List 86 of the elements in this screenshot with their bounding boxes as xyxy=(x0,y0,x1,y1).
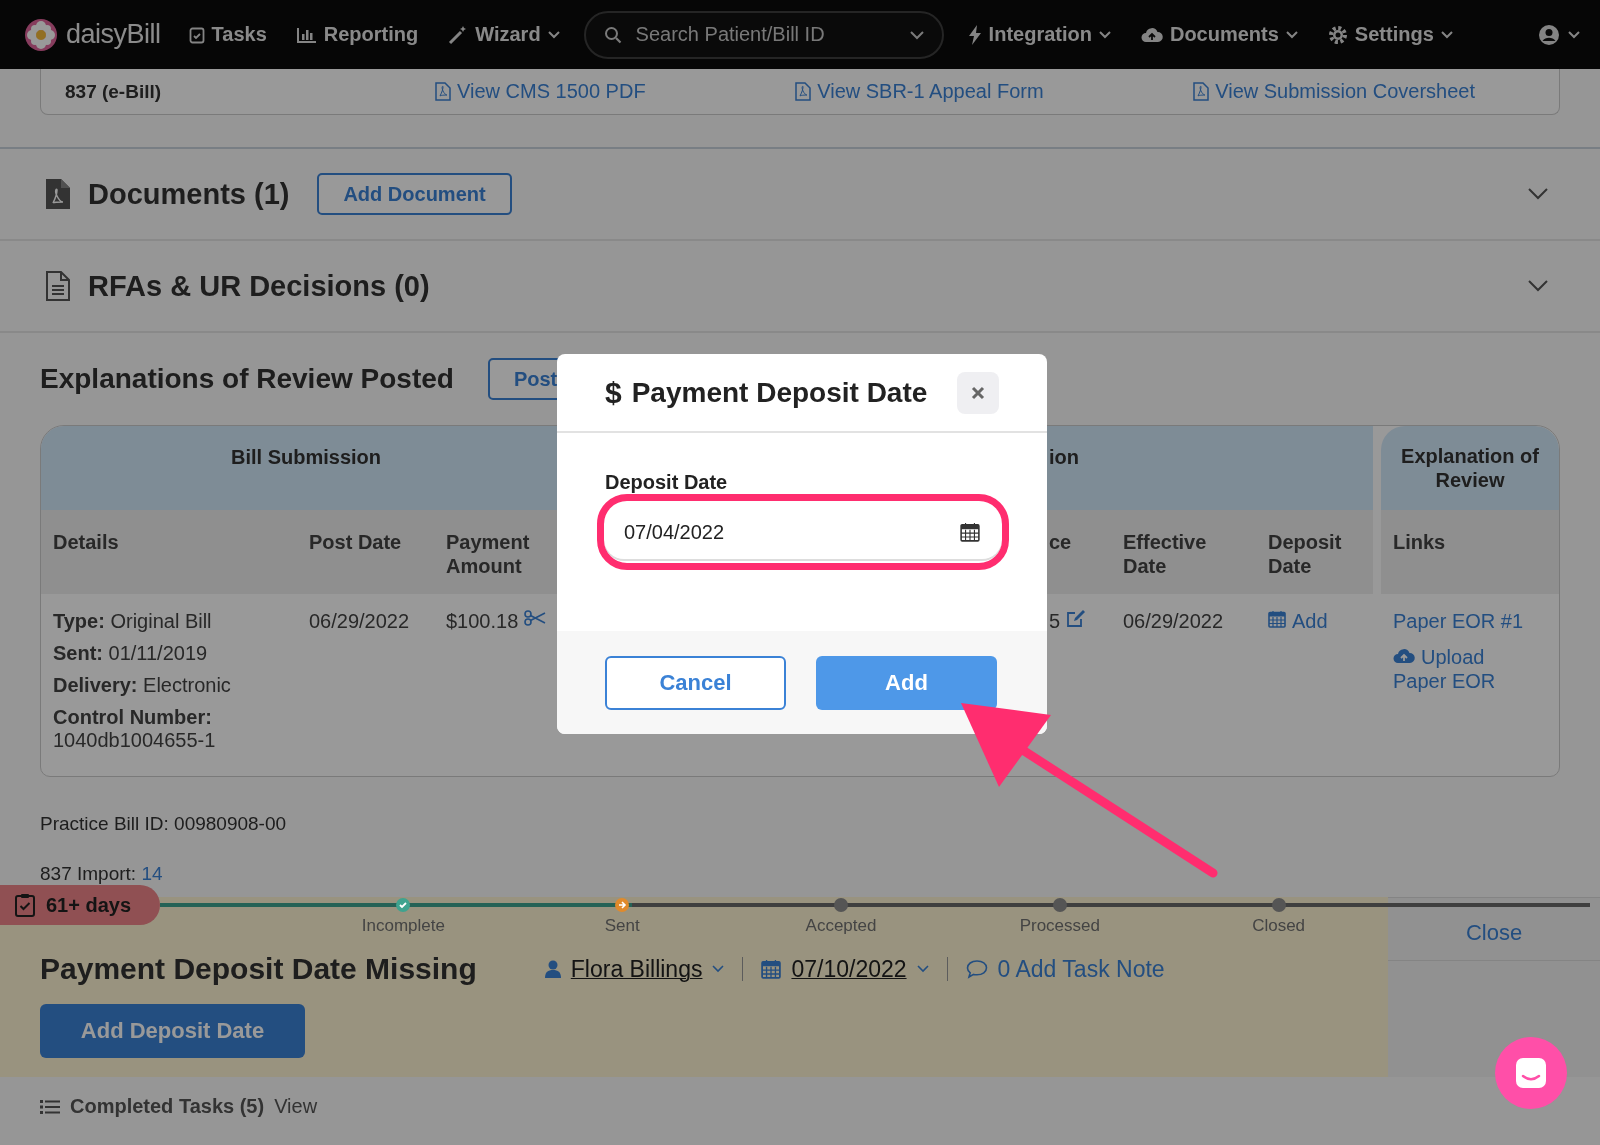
bar-chart-icon[interactable] xyxy=(296,26,317,43)
cancel-button[interactable]: Cancel xyxy=(605,655,786,710)
chat-bubble-icon[interactable] xyxy=(1514,1056,1548,1090)
chevron-down-icon[interactable] xyxy=(1528,280,1548,292)
cloud-upload-icon[interactable] xyxy=(1140,26,1163,43)
column-header: ce xyxy=(1049,530,1072,554)
age-text: 61+ days xyxy=(46,893,132,917)
speech-bubble-icon[interactable] xyxy=(965,959,988,979)
column-header: Payment Amount xyxy=(446,530,531,578)
add-deposit-date-button[interactable]: Add Deposit Date xyxy=(40,1004,305,1058)
detail-line: Sent: 01/11/2019 xyxy=(53,642,209,665)
table-cell: $100.18 xyxy=(446,610,519,633)
cloud-upload-icon[interactable] xyxy=(1393,648,1415,664)
settings-icon[interactable] xyxy=(1327,24,1348,45)
nav-menu-item[interactable]: Settings xyxy=(1354,23,1434,46)
detail-line: Control Number: 1040db1004655-1 xyxy=(53,706,217,752)
chevron-down-icon[interactable] xyxy=(916,965,929,973)
nav-menu-item[interactable]: Tasks xyxy=(211,23,267,46)
chevron-down-icon[interactable] xyxy=(712,965,725,973)
edit-icon[interactable] xyxy=(1066,610,1087,628)
column-header: Links xyxy=(1393,531,1446,553)
list-icon xyxy=(40,1098,60,1115)
nav-menu-item[interactable]: Reporting xyxy=(323,23,419,46)
progress-step-label: Closed xyxy=(1252,916,1306,936)
nav-menu-item[interactable]: Documents xyxy=(1169,23,1279,46)
close-icon[interactable] xyxy=(971,385,985,400)
user-icon[interactable] xyxy=(544,960,561,978)
column-header: Deposit Date xyxy=(1268,530,1343,578)
table-cell: 5 xyxy=(1049,610,1061,633)
pdf-file-icon xyxy=(46,179,70,209)
modal-title: Payment Deposit Date xyxy=(631,376,928,409)
task-title: Payment Deposit Date Missing xyxy=(40,952,477,986)
app-logo[interactable]: daisyBill xyxy=(66,19,161,50)
field-label: Deposit Date xyxy=(605,471,729,494)
progress-step-label: Sent xyxy=(604,916,640,936)
assignee-dropdown[interactable]: Flora Billings xyxy=(570,955,703,983)
add-document-button[interactable]: Add Document xyxy=(317,173,512,215)
pdf-link[interactable]: View Submission Coversheet xyxy=(1215,80,1475,103)
column-header: Post Date xyxy=(309,530,402,554)
lightning-bolt-icon[interactable] xyxy=(967,24,982,45)
practice-bill-id: Practice Bill ID: 00980908-00 xyxy=(40,813,288,835)
view-link[interactable]: View xyxy=(274,1095,318,1118)
pdf-link[interactable]: View CMS 1500 PDF xyxy=(457,80,646,103)
import-link[interactable]: 14 xyxy=(141,863,163,884)
document-icon xyxy=(46,271,70,301)
nav-menu-item[interactable]: Integration xyxy=(988,23,1092,46)
progress-step-label: Processed xyxy=(1019,916,1100,936)
progress-step-label: Accepted xyxy=(805,916,877,936)
search-field[interactable]: Search Patient/Bill ID xyxy=(583,10,944,59)
flower-logo-icon xyxy=(24,17,58,52)
completed-tasks-label: Completed Tasks (5) xyxy=(70,1095,265,1118)
scissors-icon[interactable] xyxy=(524,610,547,626)
group-header: ion xyxy=(1049,446,1079,468)
pdf-file-icon[interactable] xyxy=(435,82,451,101)
progress-step-label: Incomplete xyxy=(361,916,445,936)
add-button[interactable]: Add xyxy=(816,655,997,710)
add-deposit-link[interactable]: Add xyxy=(1292,610,1328,633)
section-title: RFAs & UR Decisions (0) xyxy=(88,269,430,303)
section-title: Documents (1) xyxy=(88,177,290,211)
close-link[interactable]: Close xyxy=(1388,920,1600,961)
user-avatar-icon[interactable] xyxy=(1538,23,1560,46)
column-header: Effective Date xyxy=(1123,530,1208,578)
due-date-dropdown[interactable]: 07/10/2022 xyxy=(791,955,907,983)
eor-link[interactable]: Paper EOR #1 xyxy=(1393,610,1547,633)
bill-format: 837 (e-Bill) xyxy=(65,80,163,103)
import-label: 837 Import: xyxy=(40,863,137,884)
close-button[interactable] xyxy=(957,371,999,414)
clipboard-check-icon xyxy=(14,893,36,917)
clipboard-check-icon[interactable] xyxy=(188,25,205,44)
add-task-note-link[interactable]: 0 Add Task Note xyxy=(997,955,1165,983)
nav-menu-item[interactable]: Wizard xyxy=(475,23,541,46)
pdf-file-icon[interactable] xyxy=(795,82,812,101)
pdf-link[interactable]: View SBR-1 Appeal Form xyxy=(817,80,1044,103)
table-cell: 06/29/2022 xyxy=(1123,610,1224,632)
dollar-symbol: $ xyxy=(605,375,622,410)
column-header: Details xyxy=(53,530,119,554)
detail-line: Type: Original Bill xyxy=(53,610,213,633)
upload-link[interactable]: Upload Paper EOR xyxy=(1393,645,1543,693)
group-header: Bill Submission xyxy=(231,446,381,468)
group-header: Explanation of Review xyxy=(1400,444,1540,493)
detail-line: Delivery: Electronic xyxy=(53,674,232,697)
calendar-icon[interactable] xyxy=(960,522,980,542)
pdf-file-icon[interactable] xyxy=(1193,82,1210,101)
section-title: Explanations of Review Posted xyxy=(40,363,454,395)
chevron-down-icon[interactable] xyxy=(1528,188,1548,200)
table-cell: 06/29/2022 xyxy=(309,610,410,632)
